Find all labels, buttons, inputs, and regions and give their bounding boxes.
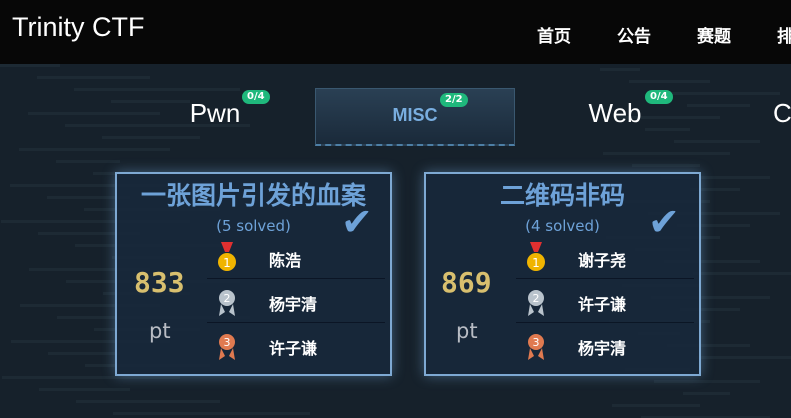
gold-medal-icon: 1 xyxy=(217,242,237,274)
gold-medal-icon: 1 xyxy=(526,242,546,274)
nav-item-home[interactable]: 首页 xyxy=(537,22,571,47)
tab-pwn-label: Pwn xyxy=(189,98,241,128)
tab-misc-label: MISC xyxy=(392,105,438,125)
player-name: 杨宇清 xyxy=(269,295,318,314)
challenge-card[interactable]: 二维码非码 (4 solved) ✔ 869 pt 1 谢子尧 2 许子谦 3 … xyxy=(424,172,701,376)
points-unit: pt xyxy=(149,319,171,343)
player-name: 许子谦 xyxy=(578,295,627,314)
nav-item-ranking[interactable]: 排 xyxy=(777,22,791,47)
code-background-line xyxy=(654,380,760,383)
ranking-row: 1 谢子尧 xyxy=(516,238,694,279)
points-unit: pt xyxy=(456,319,478,343)
ranking-row: 1 陈浩 xyxy=(207,238,385,279)
bronze-medal-icon: 3 xyxy=(526,330,546,362)
code-background-line xyxy=(56,160,120,163)
code-background-line xyxy=(603,152,730,155)
challenge-points: 833 xyxy=(134,266,185,299)
code-background-line xyxy=(39,388,130,391)
code-background-line xyxy=(696,356,791,359)
svg-text:1: 1 xyxy=(532,256,540,270)
challenge-points: 869 xyxy=(441,266,492,299)
tab-misc[interactable]: MISC 2/2 xyxy=(315,88,515,146)
svg-text:1: 1 xyxy=(223,256,231,270)
code-background-line xyxy=(2,376,180,379)
code-background-line xyxy=(48,352,120,355)
ranking-row: 3 杨宇清 xyxy=(516,326,694,366)
navbar: Trinity CTF 首页 公告 赛题 排 xyxy=(0,0,791,64)
svg-text:2: 2 xyxy=(224,292,231,305)
ranking-row: 3 许子谦 xyxy=(207,326,385,366)
svg-text:3: 3 xyxy=(533,336,540,349)
tab-crypto[interactable]: C xyxy=(755,88,791,146)
svg-text:2: 2 xyxy=(533,292,540,305)
svg-text:3: 3 xyxy=(224,336,231,349)
silver-medal-icon: 2 xyxy=(526,286,546,318)
nav-item-challenges[interactable]: 赛题 xyxy=(697,22,731,47)
player-name: 许子谦 xyxy=(269,339,318,358)
code-background-line xyxy=(76,400,220,403)
ranking-row: 2 杨宇清 xyxy=(207,282,385,323)
player-name: 杨宇清 xyxy=(578,339,627,358)
challenge-card[interactable]: 一张图片引发的血案 (5 solved) ✔ 833 pt 1 陈浩 2 杨宇清… xyxy=(115,172,392,376)
code-background-line xyxy=(612,404,700,407)
tab-misc-badge: 2/2 xyxy=(440,93,468,107)
tab-web[interactable]: Web 0/4 xyxy=(515,88,715,146)
player-name: 谢子尧 xyxy=(578,251,627,270)
nav-item-announcements[interactable]: 公告 xyxy=(617,22,651,47)
code-background-line xyxy=(37,76,150,79)
code-background-line xyxy=(683,392,730,395)
tab-web-label: Web xyxy=(588,98,642,128)
tab-web-badge: 0/4 xyxy=(645,90,673,104)
ranking-row: 2 许子谦 xyxy=(516,282,694,323)
tab-pwn-badge: 0/4 xyxy=(242,90,270,104)
code-background-line xyxy=(629,80,710,83)
category-tabs: Pwn 0/4 MISC 2/2 Web 0/4 C xyxy=(0,88,791,146)
tab-pwn[interactable]: Pwn 0/4 xyxy=(110,88,320,146)
brand-title[interactable]: Trinity CTF xyxy=(12,12,144,43)
code-background-line xyxy=(632,164,700,167)
tab-crypto-label: C xyxy=(773,98,791,128)
code-background-line xyxy=(113,412,310,415)
code-background-line xyxy=(693,272,791,275)
code-background-line xyxy=(0,64,60,67)
code-background-line xyxy=(600,68,640,71)
bronze-medal-icon: 3 xyxy=(217,330,237,362)
silver-medal-icon: 2 xyxy=(217,286,237,318)
player-name: 陈浩 xyxy=(269,251,302,270)
code-background-line xyxy=(19,148,170,151)
